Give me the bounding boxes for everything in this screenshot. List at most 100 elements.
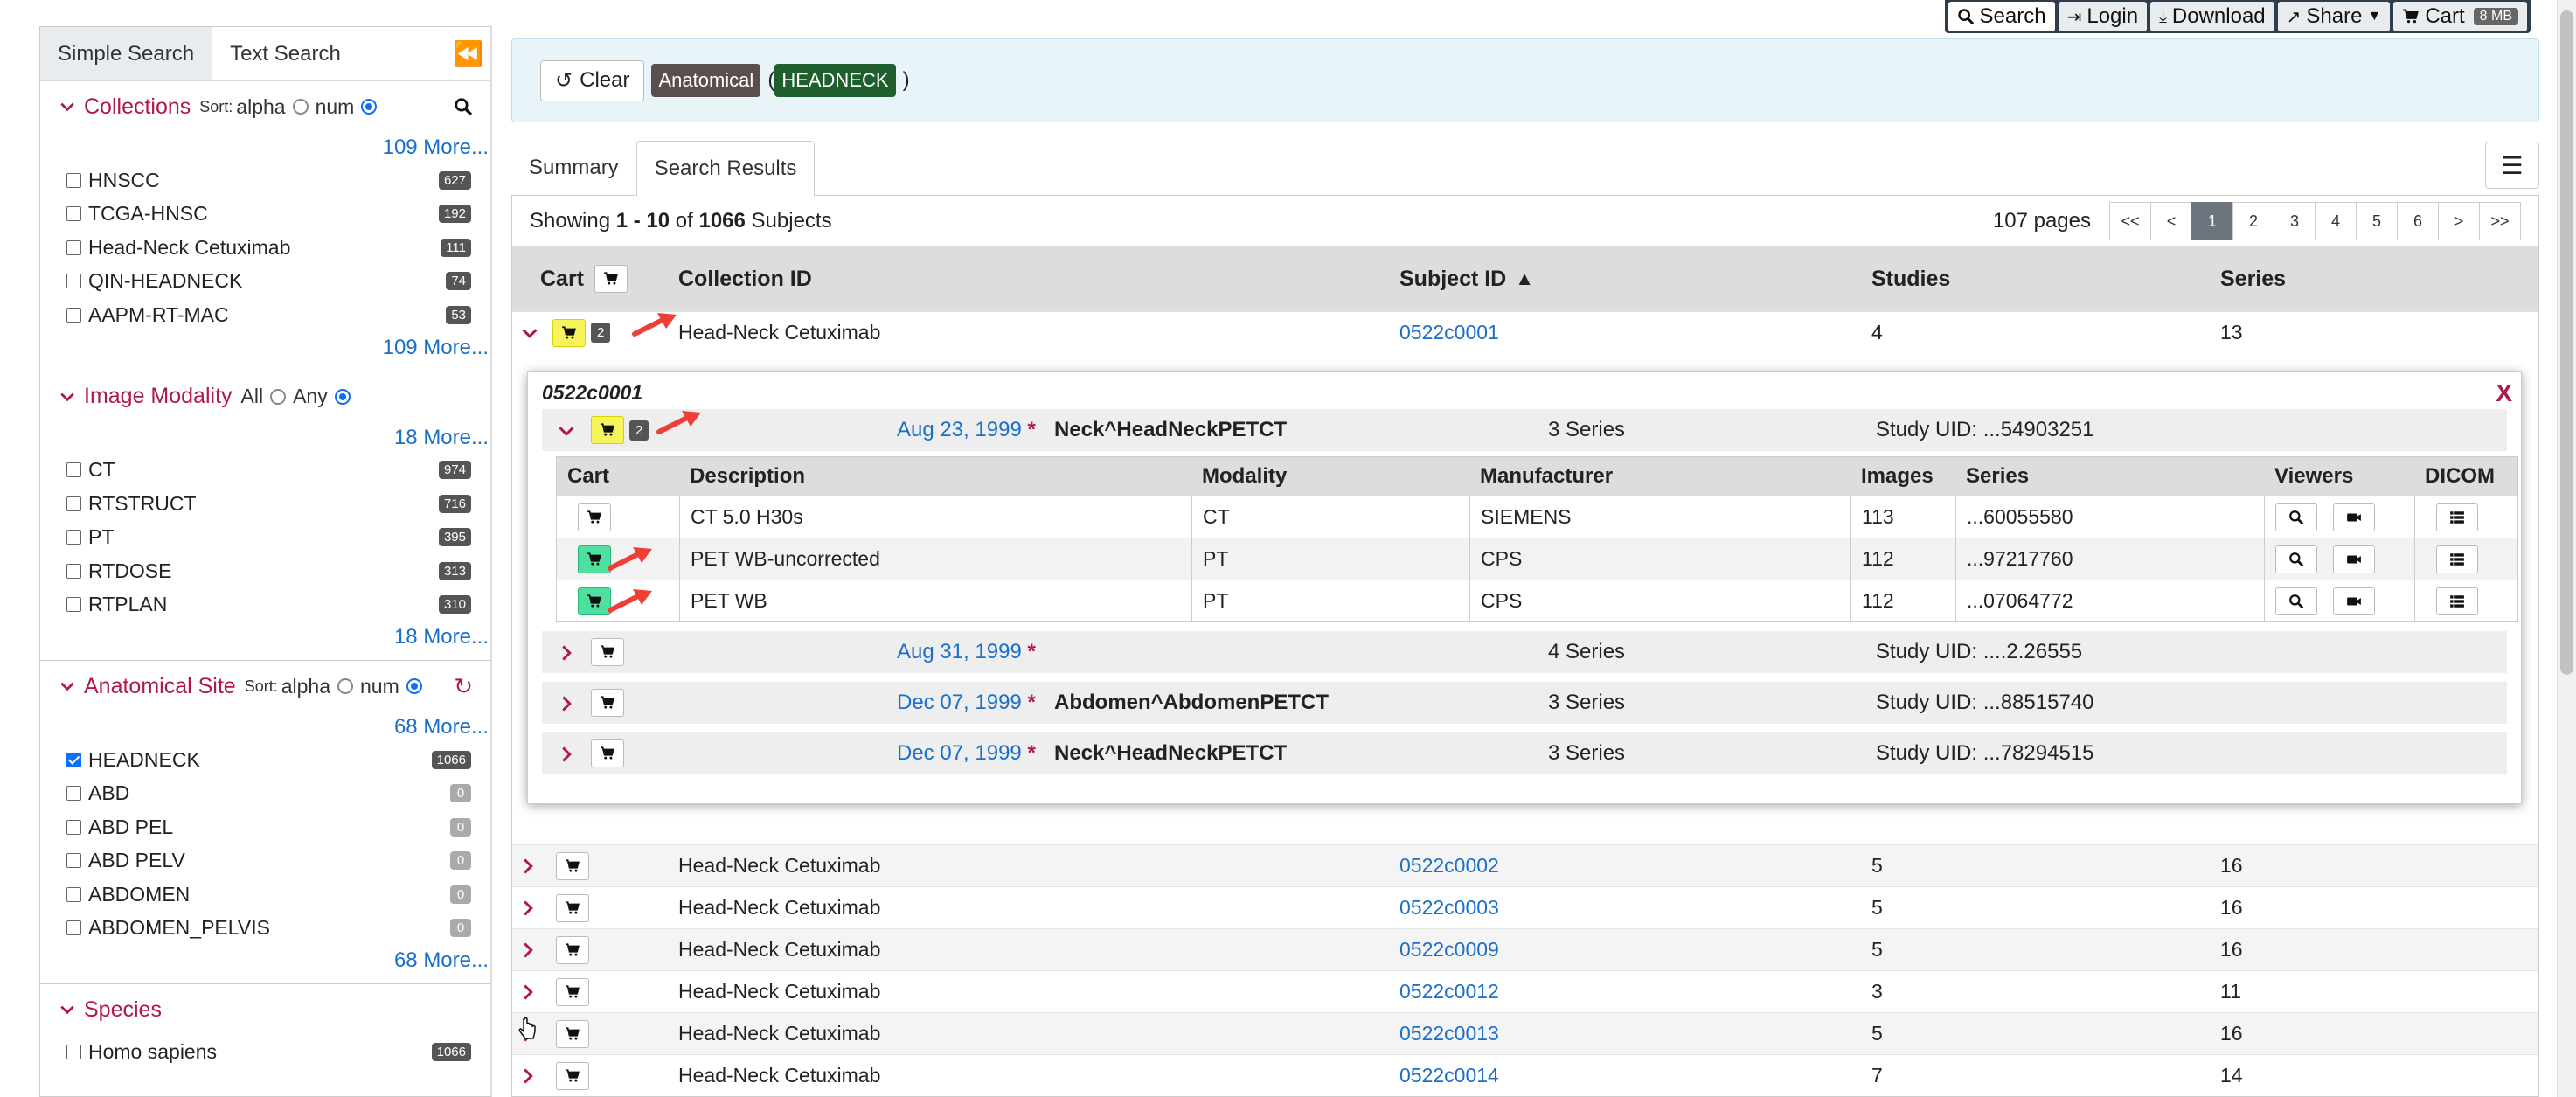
add-all-to-cart-button[interactable] bbox=[594, 265, 628, 293]
study-add-to-cart-button[interactable] bbox=[591, 689, 624, 717]
chevron-down-icon[interactable] bbox=[59, 678, 75, 694]
facet-option[interactable]: ABDOMEN_PELVIS 0 bbox=[40, 912, 490, 946]
facet-checkbox[interactable] bbox=[66, 462, 81, 478]
view-series-button[interactable] bbox=[2275, 545, 2317, 573]
page-button[interactable]: > bbox=[2438, 202, 2480, 240]
series-cart-button[interactable] bbox=[578, 503, 611, 531]
facet-option[interactable]: CT 974 bbox=[40, 454, 490, 488]
facet-checkbox[interactable] bbox=[66, 786, 81, 802]
facet-option[interactable]: HEADNECK 1066 bbox=[40, 743, 490, 777]
chevron-right-icon[interactable] bbox=[519, 983, 537, 1001]
add-to-cart-button[interactable] bbox=[556, 1061, 589, 1090]
facet-option[interactable]: PT 395 bbox=[40, 521, 490, 555]
dicom-tags-button[interactable] bbox=[2436, 503, 2478, 531]
study-date-link[interactable]: Dec 07, 1999 * bbox=[722, 741, 1054, 766]
facet-checkbox[interactable] bbox=[66, 819, 81, 835]
share-button[interactable]: ↗ Share ▼ bbox=[2277, 2, 2391, 31]
page-button[interactable]: < bbox=[2150, 202, 2192, 240]
chevron-down-icon[interactable] bbox=[59, 1002, 75, 1017]
reset-icon[interactable]: ↻ bbox=[454, 673, 473, 700]
search-button[interactable]: Search bbox=[1948, 2, 2055, 31]
close-detail-button[interactable]: X bbox=[2496, 379, 2512, 407]
facet-checkbox[interactable] bbox=[66, 530, 81, 545]
facet-checkbox[interactable] bbox=[66, 563, 81, 579]
chevron-down-icon[interactable] bbox=[59, 389, 75, 405]
study-cart-toggle-button[interactable] bbox=[591, 416, 624, 444]
chevron-right-icon[interactable] bbox=[519, 857, 537, 875]
video-view-button[interactable] bbox=[2333, 503, 2375, 531]
facet-option[interactable]: RTDOSE 313 bbox=[40, 554, 490, 588]
page-button[interactable]: 3 bbox=[2274, 202, 2316, 240]
video-view-button[interactable] bbox=[2333, 545, 2375, 573]
sort-num-radio[interactable] bbox=[406, 678, 422, 694]
chevron-right-icon[interactable] bbox=[558, 695, 575, 712]
study-add-to-cart-button[interactable] bbox=[591, 739, 624, 767]
filter-value-pill[interactable]: HEADNECK bbox=[774, 64, 896, 97]
facet-option[interactable]: QIN-HEADNECK 74 bbox=[40, 265, 490, 299]
add-to-cart-button[interactable] bbox=[556, 935, 589, 964]
more-collections-link-bottom[interactable]: 109 More... bbox=[40, 332, 490, 364]
dicom-tags-button[interactable] bbox=[2436, 545, 2478, 573]
facet-option[interactable]: Head-Neck Cetuximab 111 bbox=[40, 231, 490, 265]
menu-button[interactable]: ☰ bbox=[2485, 142, 2539, 189]
facet-checkbox[interactable] bbox=[66, 1044, 81, 1059]
facet-checkbox[interactable] bbox=[66, 274, 81, 289]
cart-button[interactable]: Cart 8 MB bbox=[2393, 2, 2527, 31]
header-subject-id[interactable]: Subject ID ▲ bbox=[1399, 267, 1871, 292]
subject-id-link[interactable]: 0522c0009 bbox=[1399, 938, 1871, 962]
facet-option[interactable]: RTSTRUCT 716 bbox=[40, 487, 490, 521]
facet-checkbox[interactable] bbox=[66, 920, 81, 936]
facet-option[interactable]: ABD PELV 0 bbox=[40, 844, 490, 878]
page-button[interactable]: 5 bbox=[2356, 202, 2398, 240]
subject-id-link[interactable]: 0522c0003 bbox=[1399, 896, 1871, 920]
subject-id-link[interactable]: 0522c0014 bbox=[1399, 1064, 1871, 1087]
page-button[interactable]: << bbox=[2109, 202, 2151, 240]
page-button[interactable]: 1 bbox=[2191, 202, 2233, 240]
chevron-down-icon[interactable] bbox=[59, 99, 75, 115]
facet-option[interactable]: ABDOMEN 0 bbox=[40, 878, 490, 912]
chevron-down-icon[interactable] bbox=[558, 422, 575, 440]
sort-alpha-radio[interactable] bbox=[292, 99, 309, 115]
facet-checkbox[interactable] bbox=[66, 206, 81, 222]
chevron-right-icon[interactable] bbox=[519, 899, 537, 917]
tab-simple-search[interactable]: Simple Search bbox=[40, 27, 213, 80]
page-button[interactable]: 6 bbox=[2397, 202, 2439, 240]
add-to-cart-button[interactable] bbox=[556, 1019, 589, 1048]
subject-id-link[interactable]: 0522c0001 bbox=[1399, 321, 1871, 344]
tab-search-results[interactable]: Search Results bbox=[635, 141, 816, 196]
facet-checkbox[interactable] bbox=[66, 853, 81, 869]
facet-checkbox[interactable] bbox=[66, 886, 81, 902]
more-anatomical-link[interactable]: 68 More... bbox=[40, 712, 490, 743]
facet-option[interactable]: RTPLAN 310 bbox=[40, 588, 490, 622]
add-to-cart-button[interactable] bbox=[556, 851, 589, 880]
collapse-sidebar-icon[interactable]: ⏪ bbox=[453, 39, 483, 68]
page-scrollbar[interactable] bbox=[2557, 0, 2576, 1097]
page-button[interactable]: 4 bbox=[2315, 202, 2357, 240]
sort-alpha-radio[interactable] bbox=[337, 678, 353, 694]
facet-checkbox[interactable] bbox=[66, 172, 81, 188]
facet-option[interactable]: HNSCC 627 bbox=[40, 163, 490, 198]
chevron-right-icon[interactable] bbox=[519, 941, 537, 959]
facet-checkbox[interactable] bbox=[66, 307, 81, 323]
facet-checkbox[interactable] bbox=[66, 496, 81, 511]
view-series-button[interactable] bbox=[2275, 587, 2317, 615]
header-collection-id[interactable]: Collection ID bbox=[650, 267, 1399, 292]
chevron-right-icon[interactable] bbox=[519, 1067, 537, 1085]
download-button[interactable]: ⤓ Download bbox=[2150, 2, 2274, 31]
facet-option[interactable]: ABD 0 bbox=[40, 777, 490, 811]
chevron-right-icon[interactable] bbox=[558, 644, 575, 662]
sort-num-radio[interactable] bbox=[361, 99, 378, 115]
facet-option[interactable]: Homo sapiens 1066 bbox=[40, 1035, 490, 1069]
subject-id-link[interactable]: 0522c0013 bbox=[1399, 1022, 1871, 1045]
more-modality-link-bottom[interactable]: 18 More... bbox=[40, 621, 490, 653]
video-view-button[interactable] bbox=[2333, 587, 2375, 615]
header-series[interactable]: Series bbox=[2220, 267, 2482, 292]
page-button[interactable]: >> bbox=[2479, 202, 2521, 240]
facet-option[interactable]: TCGA-HNSC 192 bbox=[40, 198, 490, 232]
study-date-link[interactable]: Aug 23, 1999 * bbox=[722, 418, 1054, 442]
study-date-link[interactable]: Aug 31, 1999 * bbox=[722, 640, 1054, 664]
chevron-down-icon[interactable] bbox=[521, 324, 538, 342]
more-collections-link[interactable]: 109 More... bbox=[40, 132, 490, 163]
add-to-cart-button[interactable] bbox=[556, 977, 589, 1006]
facet-option[interactable]: ABD PEL 0 bbox=[40, 810, 490, 844]
